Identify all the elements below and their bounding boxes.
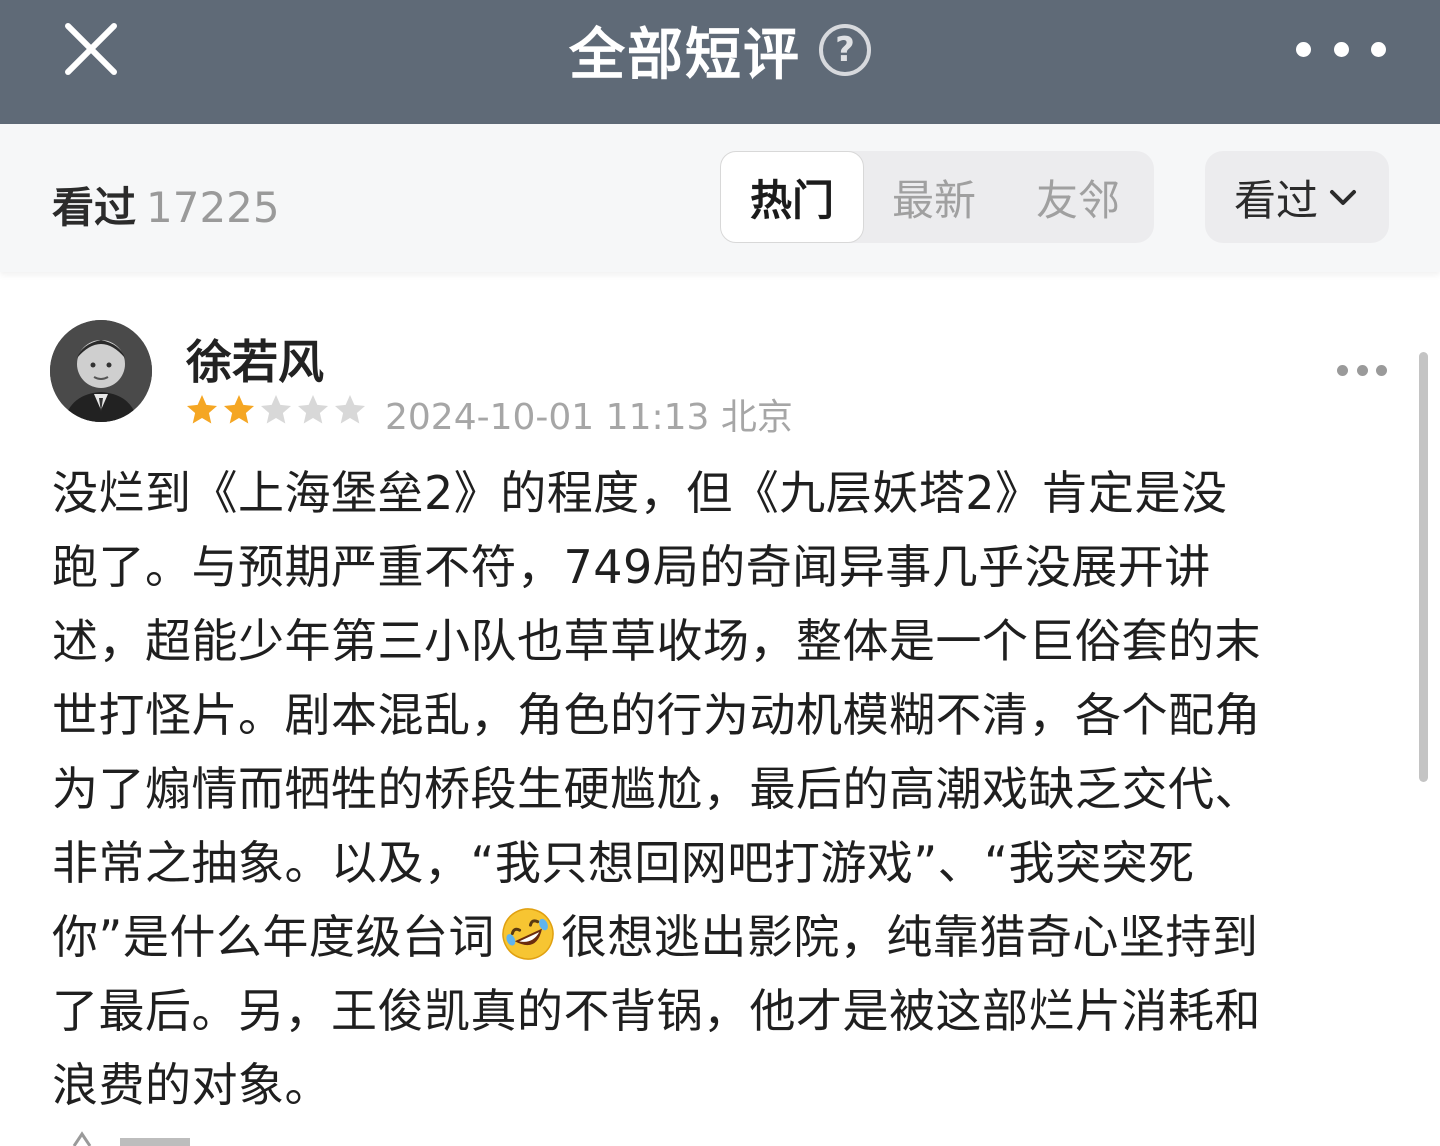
star-empty-icon bbox=[261, 395, 291, 424]
watched-count-label: 看过 bbox=[52, 183, 137, 232]
like-count-peek bbox=[72, 1131, 190, 1146]
tab-hot[interactable]: 热门 bbox=[720, 151, 864, 243]
top-nav-bar: 全部短评 ? bbox=[0, 0, 1440, 124]
review-line: 你”是什么年度级台词 很想逃出影院，纯靠猎奇心坚持到 bbox=[52, 900, 1392, 974]
reviewer-name[interactable]: 徐若风 bbox=[186, 326, 324, 392]
more-options-icon[interactable] bbox=[1296, 34, 1386, 64]
page-title: 全部短评 bbox=[569, 22, 801, 88]
review-line-segment: 很想逃出影院，纯靠猎奇心坚持到 bbox=[560, 910, 1259, 964]
review-meta: 2024-10-01 11:13 北京 bbox=[385, 388, 793, 440]
review-more-icon[interactable] bbox=[1337, 362, 1387, 378]
review-date: 2024-10-01 11:13 bbox=[385, 397, 710, 438]
help-icon[interactable]: ? bbox=[819, 24, 871, 76]
tab-latest[interactable]: 最新 bbox=[862, 151, 1006, 243]
watched-count-value: 17225 bbox=[146, 183, 280, 232]
watched-filter-dropdown[interactable]: 看过 bbox=[1205, 151, 1389, 243]
filter-bar: 看过 17225 热门 最新 友邻 看过 bbox=[0, 124, 1440, 272]
star-empty-icon bbox=[335, 395, 365, 424]
avatar[interactable] bbox=[50, 320, 152, 422]
star-empty-icon bbox=[298, 395, 328, 424]
review-line: 非常之抽象。以及，“我只想回网吧打游戏”、“我突突死 bbox=[52, 836, 1195, 890]
sort-segmented-control: 热门 最新 友邻 bbox=[720, 151, 1154, 243]
tab-friends[interactable]: 友邻 bbox=[1006, 151, 1150, 243]
star-filled-icon bbox=[224, 395, 254, 424]
review-line: 跑了。与预期严重不符，749局的奇闻异事几乎没展开讲 bbox=[52, 540, 1211, 594]
rating-stars bbox=[184, 390, 369, 430]
review-location: 北京 bbox=[720, 397, 793, 438]
scrollbar[interactable] bbox=[1419, 352, 1428, 782]
review-text: 没烂到《上海堡垒2》的程度，但《九层妖塔2》肯定是没 跑了。与预期严重不符，74… bbox=[52, 456, 1392, 1122]
review-line: 浪费的对象。 bbox=[52, 1058, 331, 1112]
dropdown-label: 看过 bbox=[1233, 175, 1318, 225]
review-line: 没烂到《上海堡垒2》的程度，但《九层妖塔2》肯定是没 bbox=[52, 466, 1228, 520]
review-line: 了最后。另，王俊凯真的不背锅，他才是被这部烂片消耗和 bbox=[52, 984, 1261, 1038]
rolling-laughing-emoji-icon bbox=[502, 908, 554, 960]
watched-count: 看过 17225 bbox=[52, 174, 280, 235]
star-filled-icon bbox=[187, 395, 217, 424]
review-line: 世打怪片。剧本混乱，角色的行为动机模糊不清，各个配角 bbox=[52, 688, 1261, 742]
chevron-down-icon bbox=[1330, 190, 1356, 205]
review-line-segment: 你”是什么年度级台词 bbox=[52, 910, 495, 964]
review-line: 为了煽情而牺牲的桥段生硬尴尬，最后的高潮戏缺乏交代、 bbox=[52, 762, 1261, 816]
title-area: 全部短评 ? bbox=[0, 0, 1440, 100]
review-line: 述，超能少年第三小队也草草收场，整体是一个巨俗套的末 bbox=[52, 614, 1261, 668]
